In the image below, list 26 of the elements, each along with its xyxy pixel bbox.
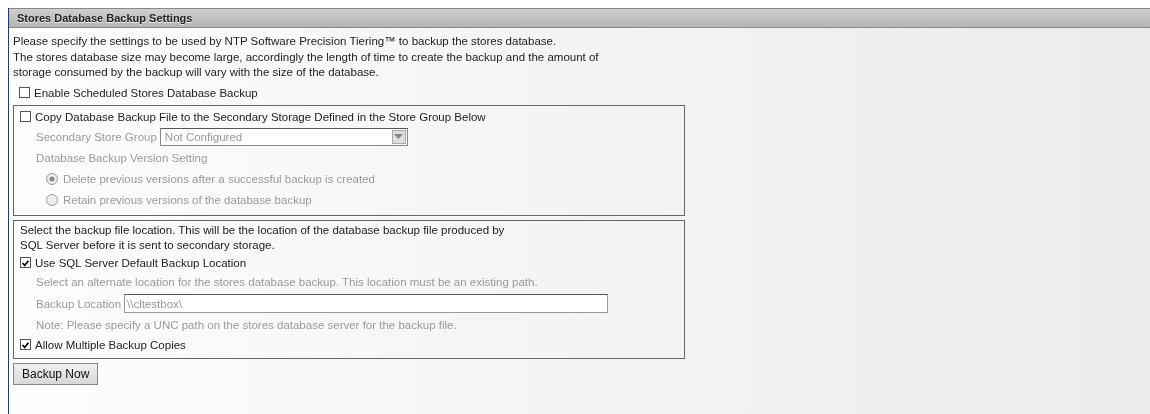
radio-button[interactable] — [46, 194, 58, 206]
radio-button[interactable] — [46, 173, 58, 185]
radio-label: Delete previous versions after a successful backup is created — [63, 173, 375, 185]
checkbox[interactable] — [20, 111, 31, 122]
checkbox-label: Copy Database Backup File to the Secondary Storage Defined in the Store Group Below — [35, 110, 486, 123]
location-intro-text: SQL Server before it is sent to secondary storage. — [20, 238, 276, 253]
note-text: Note: Please specify a UNC path on the stores database server for the backup file. — [36, 317, 458, 333]
intro-text: Please specify the settings to be used by NTP Software Precision Tiering™ to backup the stores database. — [13, 34, 558, 49]
intro-text: storage consumed by the backup will vary with the size of the database. — [13, 65, 380, 80]
location-intro-text: Select the backup file location. This will be the location of the database backup file produced by — [20, 222, 506, 238]
field-label: Backup Location — [36, 297, 122, 310]
backup-now-button[interactable]: Backup Now — [13, 362, 99, 385]
checkbox[interactable] — [20, 339, 31, 350]
checkbox-label: Allow Multiple Backup Copies — [35, 338, 186, 351]
checkbox-label: Enable Scheduled Stores Database Backup — [34, 86, 258, 99]
panel-title: Stores Database Backup Settings — [9, 8, 1150, 28]
checkbox[interactable] — [20, 257, 31, 268]
backup-location-field[interactable]: \\cltestbox\ — [124, 294, 609, 313]
section-heading: Database Backup Version Setting — [36, 150, 209, 166]
checkbox-label: Use SQL Server Default Backup Location — [35, 256, 247, 269]
radio-label: Retain previous versions of the database backup — [63, 194, 312, 206]
intro-text: The stores database size may become large, accordingly the length of time to create the backup and the amount of — [13, 49, 600, 65]
checkbox[interactable] — [19, 87, 30, 98]
field-label: Secondary Store Group — [36, 130, 157, 143]
store-group-select[interactable]: Not Configured — [159, 127, 408, 146]
hint-text: Select an alternate location for the stores database backup. This location must be an existing path. — [36, 274, 539, 290]
